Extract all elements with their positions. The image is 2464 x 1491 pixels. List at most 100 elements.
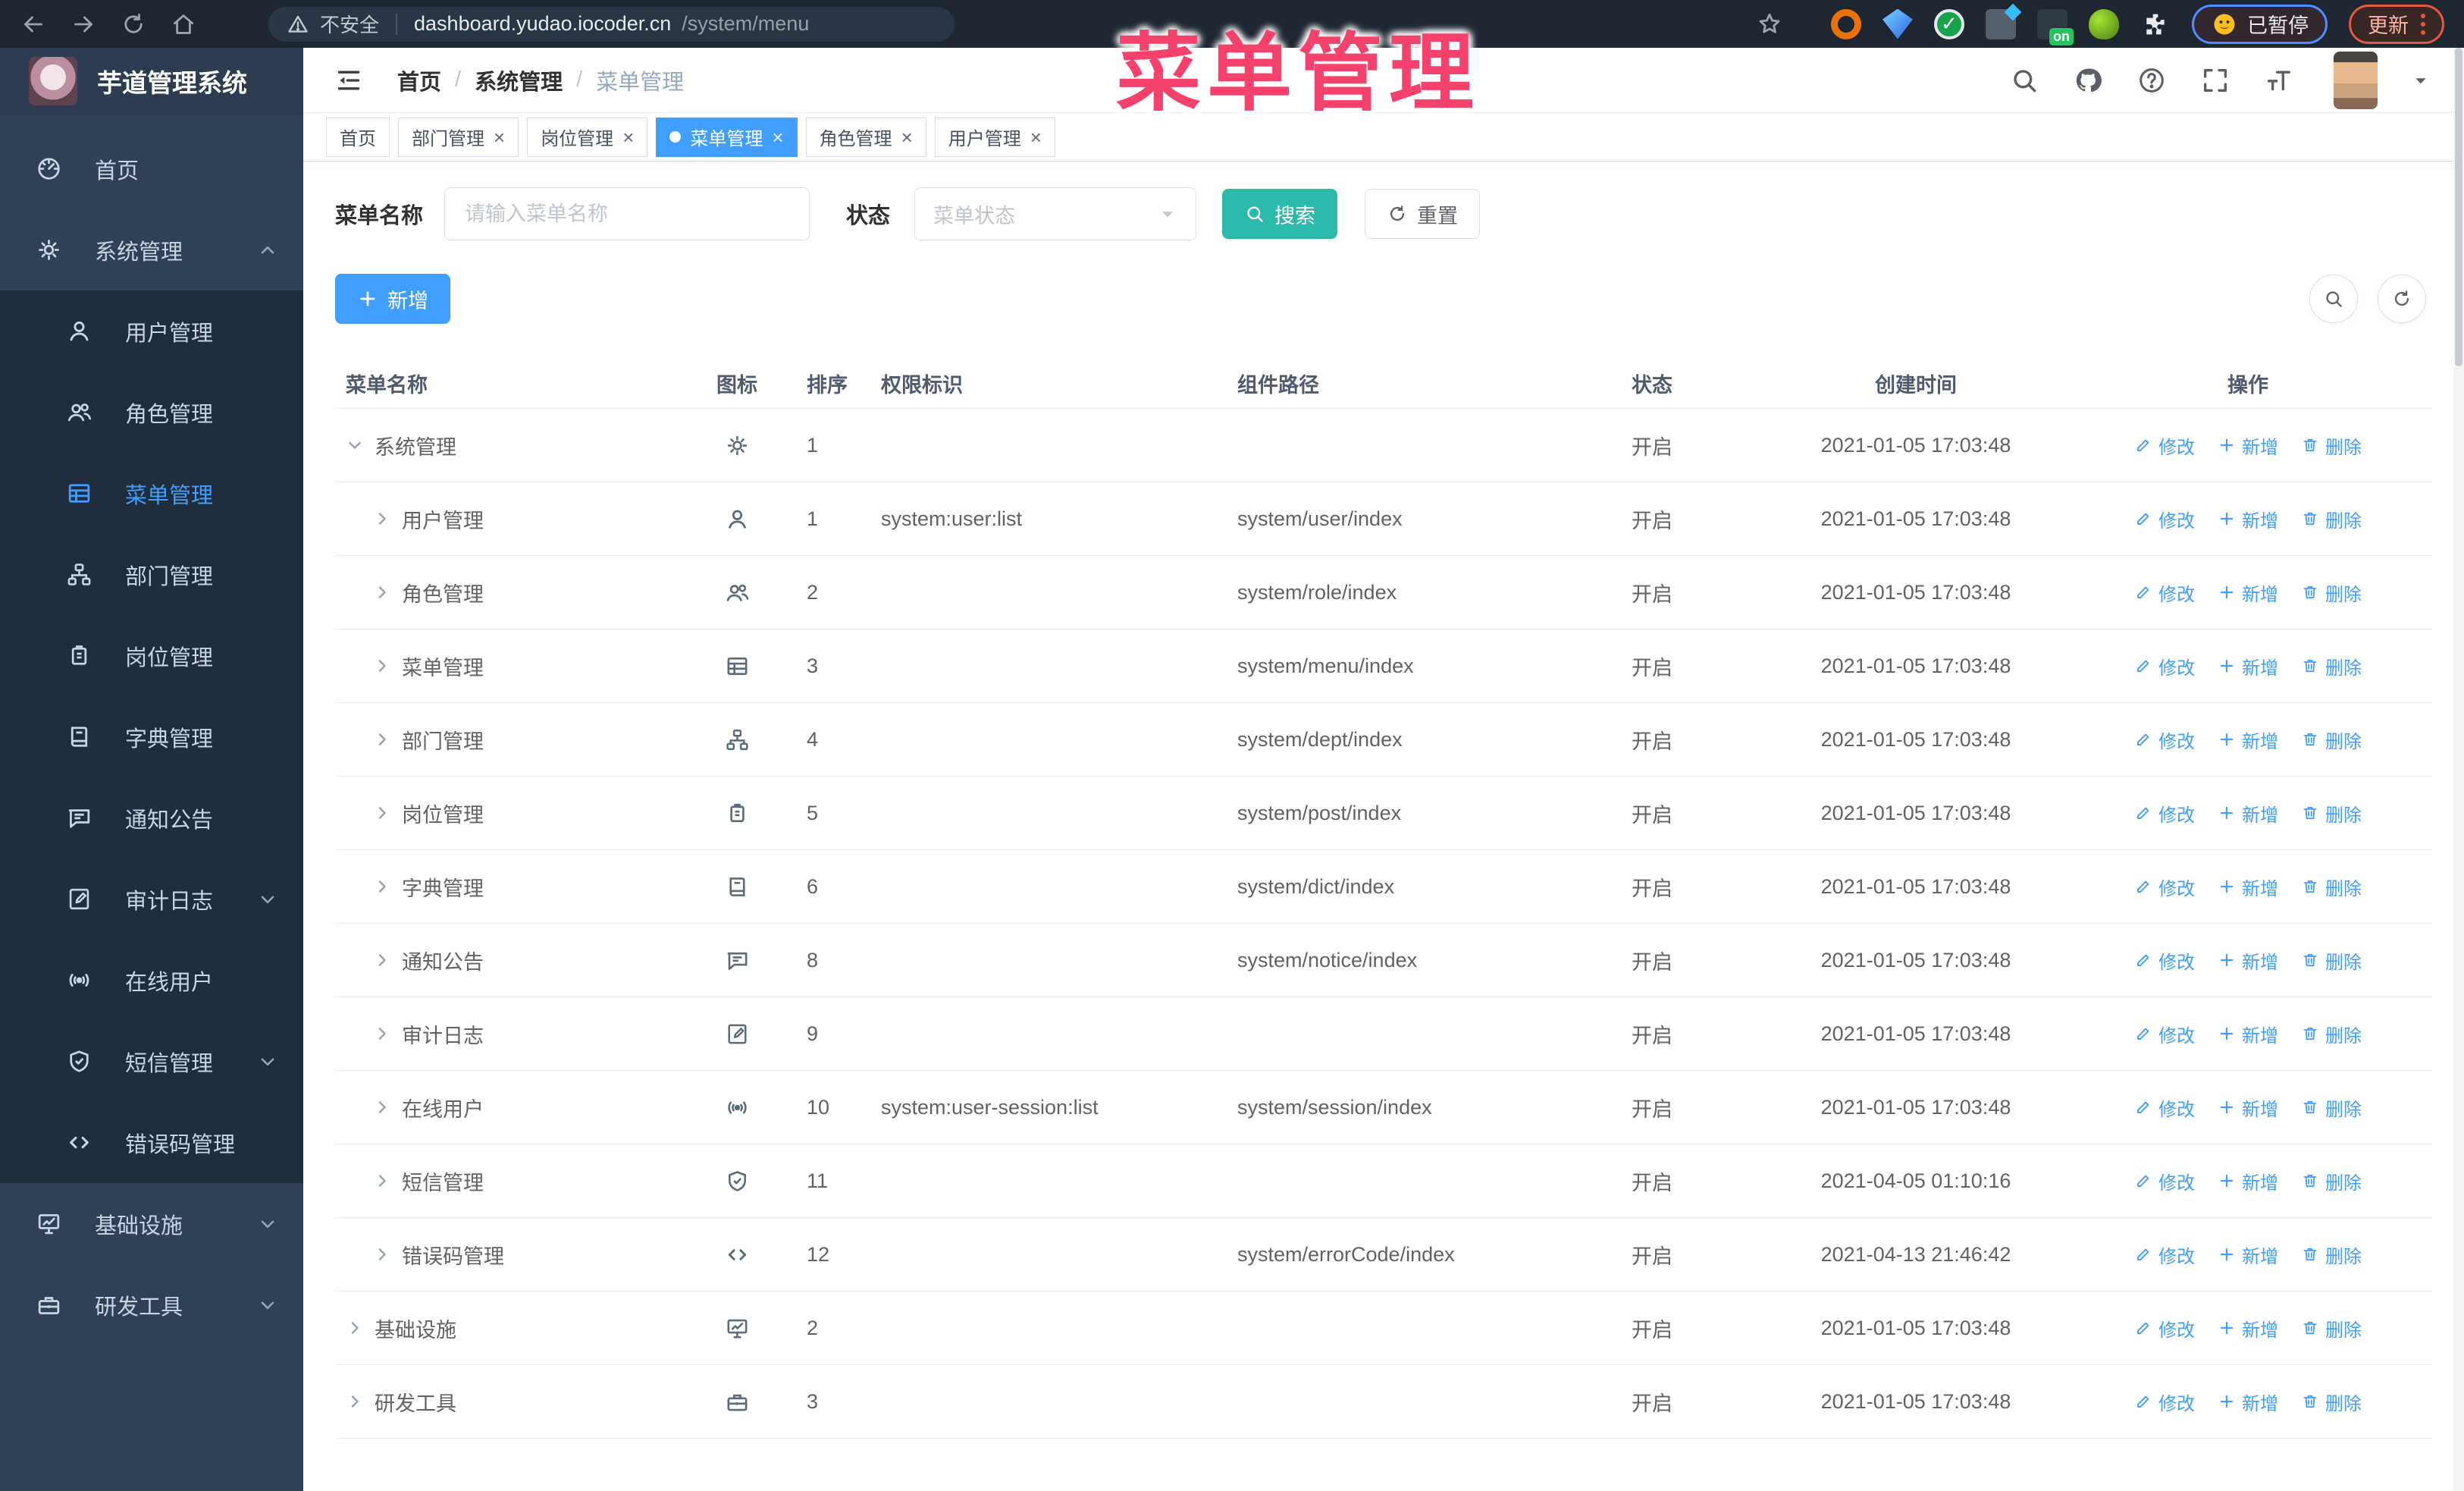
edit-action-link[interactable]: 修改 xyxy=(2134,1168,2195,1194)
edit-action-link[interactable]: 修改 xyxy=(2134,653,2195,680)
add-action-link[interactable]: 新增 xyxy=(2218,1315,2278,1342)
view-tab[interactable]: 用户管理 × xyxy=(934,117,1055,157)
view-tab[interactable]: 角色管理 × xyxy=(805,117,926,157)
edit-action-link[interactable]: 修改 xyxy=(2134,506,2195,532)
sidebar-item[interactable]: 系统管理 xyxy=(0,209,303,290)
add-action-link[interactable]: 新增 xyxy=(2218,579,2278,606)
sidebar-item[interactable]: 短信管理 xyxy=(0,1021,303,1102)
add-action-link[interactable]: 新增 xyxy=(2218,1241,2278,1268)
extensions-puzzle-icon[interactable] xyxy=(2140,9,2171,39)
delete-action-link[interactable]: 删除 xyxy=(2301,1315,2362,1342)
edit-action-link[interactable]: 修改 xyxy=(2134,1241,2195,1268)
delete-action-link[interactable]: 删除 xyxy=(2301,432,2362,459)
sidebar-item[interactable]: 研发工具 xyxy=(0,1264,303,1345)
extension-icon-green-check[interactable]: ✓ xyxy=(1934,8,1964,39)
edit-action-link[interactable]: 修改 xyxy=(2134,1315,2195,1342)
sidebar-logo[interactable]: 芋道管理系统 xyxy=(0,48,303,115)
tree-expand-icon[interactable] xyxy=(373,951,391,969)
view-tab[interactable]: 菜单管理 × xyxy=(656,117,798,157)
sidebar-item[interactable]: 通知公告 xyxy=(0,777,303,859)
breadcrumb-item[interactable]: 系统管理 xyxy=(475,64,563,96)
tab-close-icon[interactable]: × xyxy=(901,127,913,147)
delete-action-link[interactable]: 删除 xyxy=(2301,800,2362,827)
delete-action-link[interactable]: 删除 xyxy=(2301,1389,2362,1415)
sidebar-item[interactable]: 岗位管理 xyxy=(0,615,303,696)
profile-paused-pill[interactable]: 已暂停 xyxy=(2192,4,2328,44)
sidebar-item[interactable]: 首页 xyxy=(0,128,303,209)
status-select[interactable]: 菜单状态 xyxy=(914,187,1197,240)
delete-action-link[interactable]: 删除 xyxy=(2301,506,2362,532)
edit-action-link[interactable]: 修改 xyxy=(2134,874,2195,900)
tree-expand-icon[interactable] xyxy=(373,1245,391,1263)
add-action-link[interactable]: 新增 xyxy=(2218,432,2278,459)
tree-expand-icon[interactable] xyxy=(373,510,391,528)
view-tab[interactable]: 首页 × xyxy=(326,117,390,157)
toggle-search-button[interactable] xyxy=(2309,275,2358,323)
breadcrumb-item[interactable]: 首页 xyxy=(397,64,441,96)
add-action-link[interactable]: 新增 xyxy=(2218,1389,2278,1415)
edit-action-link[interactable]: 修改 xyxy=(2134,727,2195,753)
delete-action-link[interactable]: 删除 xyxy=(2301,1168,2362,1194)
browser-back-icon[interactable] xyxy=(20,11,47,38)
font-size-icon[interactable] xyxy=(2264,65,2294,96)
add-action-link[interactable]: 新增 xyxy=(2218,1168,2278,1194)
edit-action-link[interactable]: 修改 xyxy=(2134,579,2195,606)
view-tab[interactable]: 部门管理 × xyxy=(398,117,519,157)
edit-action-link[interactable]: 修改 xyxy=(2134,1389,2195,1415)
address-bar[interactable]: 不安全 dashboard.yudao.iocoder.cn/system/me… xyxy=(268,6,955,42)
extension-icon-switch[interactable]: on xyxy=(2037,8,2074,46)
menu-name-input[interactable] xyxy=(444,187,810,240)
search-button[interactable]: 搜索 xyxy=(1222,189,1338,239)
add-action-link[interactable]: 新增 xyxy=(2218,800,2278,827)
tab-close-icon[interactable]: × xyxy=(622,127,634,147)
edit-action-link[interactable]: 修改 xyxy=(2134,1094,2195,1121)
tree-expand-icon[interactable] xyxy=(373,804,391,822)
add-action-link[interactable]: 新增 xyxy=(2218,653,2278,680)
extension-icon-blue-gem[interactable] xyxy=(1882,8,1913,39)
sidebar-collapse-icon[interactable] xyxy=(334,65,364,96)
tree-expand-icon[interactable] xyxy=(346,1392,364,1411)
reset-button[interactable]: 重置 xyxy=(1365,189,1481,239)
delete-action-link[interactable]: 删除 xyxy=(2301,653,2362,680)
tree-expand-icon[interactable] xyxy=(346,1319,364,1337)
delete-action-link[interactable]: 删除 xyxy=(2301,1021,2362,1047)
tree-expand-icon[interactable] xyxy=(373,583,391,601)
delete-action-link[interactable]: 删除 xyxy=(2301,1094,2362,1121)
add-action-link[interactable]: 新增 xyxy=(2218,1094,2278,1121)
github-icon[interactable] xyxy=(2073,65,2103,96)
delete-action-link[interactable]: 删除 xyxy=(2301,947,2362,974)
sidebar-item[interactable]: 用户管理 xyxy=(0,290,303,372)
tree-expand-icon[interactable] xyxy=(373,657,391,675)
scrollbar-thumb[interactable] xyxy=(2455,48,2462,366)
add-action-link[interactable]: 新增 xyxy=(2218,506,2278,532)
browser-reload-icon[interactable] xyxy=(120,11,147,38)
add-action-link[interactable]: 新增 xyxy=(2218,874,2278,900)
avatar-caret-down-icon[interactable] xyxy=(2411,71,2431,90)
add-action-link[interactable]: 新增 xyxy=(2218,947,2278,974)
edit-action-link[interactable]: 修改 xyxy=(2134,800,2195,827)
sidebar-item[interactable]: 菜单管理 xyxy=(0,453,303,534)
tree-expand-icon[interactable] xyxy=(373,730,391,749)
extension-icon-green-bug[interactable] xyxy=(2089,8,2119,39)
view-tab[interactable]: 岗位管理 × xyxy=(527,117,648,157)
edit-action-link[interactable]: 修改 xyxy=(2134,947,2195,974)
tree-expand-icon[interactable] xyxy=(346,436,364,454)
fullscreen-icon[interactable] xyxy=(2200,65,2230,96)
user-avatar[interactable] xyxy=(2334,51,2378,109)
sidebar-item[interactable]: 在线用户 xyxy=(0,940,303,1021)
add-action-link[interactable]: 新增 xyxy=(2218,1021,2278,1047)
add-button[interactable]: 新增 xyxy=(335,274,450,324)
sidebar-item[interactable]: 部门管理 xyxy=(0,534,303,615)
tab-close-icon[interactable]: × xyxy=(494,127,505,147)
tab-close-icon[interactable]: × xyxy=(772,127,783,147)
browser-home-icon[interactable] xyxy=(170,11,197,38)
header-search-icon[interactable] xyxy=(2009,65,2039,96)
tree-expand-icon[interactable] xyxy=(373,1025,391,1043)
extension-icon-orange-ring[interactable] xyxy=(1831,8,1861,39)
edit-action-link[interactable]: 修改 xyxy=(2134,432,2195,459)
refresh-table-button[interactable] xyxy=(2378,275,2426,323)
edit-action-link[interactable]: 修改 xyxy=(2134,1021,2195,1047)
add-action-link[interactable]: 新增 xyxy=(2218,727,2278,753)
page-scrollbar[interactable] xyxy=(2453,48,2464,1491)
bookmark-star-icon[interactable] xyxy=(1755,10,1784,39)
